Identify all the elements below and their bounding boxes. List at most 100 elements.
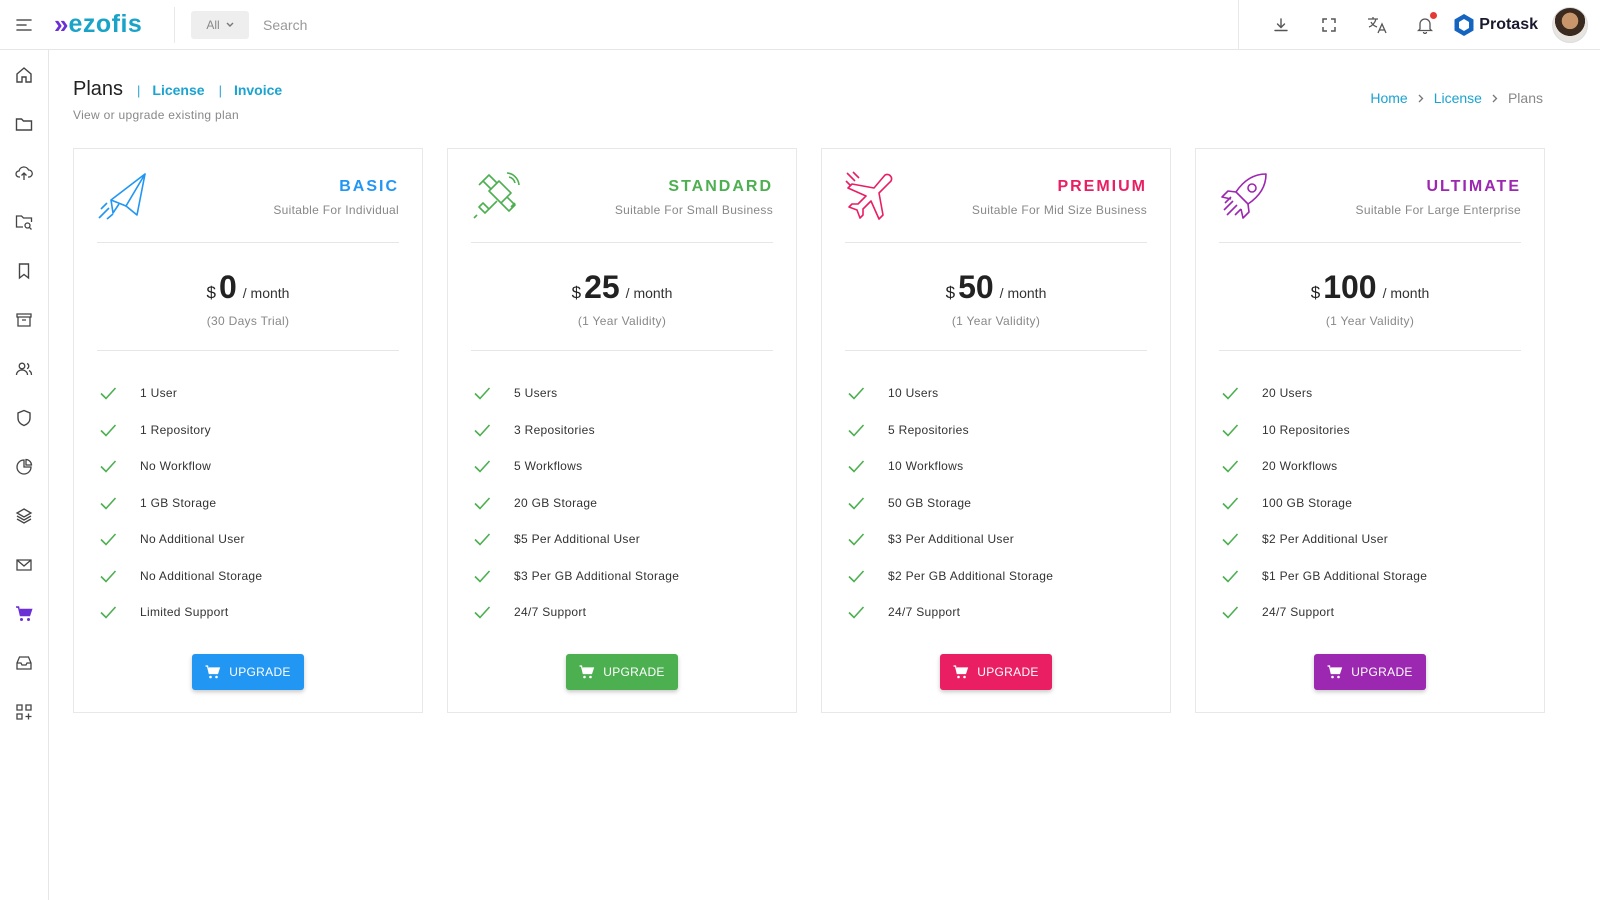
price-currency: $	[571, 283, 582, 302]
feature-text: 5 Repositories	[888, 422, 969, 437]
plan-validity: (1 Year Validity)	[577, 314, 667, 328]
brand-text: Protask	[1479, 16, 1538, 33]
check-icon	[1222, 606, 1239, 619]
feature-item: 20 GB Storage	[473, 485, 773, 522]
sidebar-item-inbox[interactable]	[0, 638, 48, 687]
check-icon	[1222, 533, 1239, 546]
sidebar-item-cart[interactable]	[0, 589, 48, 638]
folder-search-icon	[15, 214, 33, 230]
plan-description: Suitable For Individual	[273, 203, 399, 217]
check-icon	[474, 460, 491, 473]
check-icon	[100, 497, 117, 510]
cart-icon	[1327, 665, 1343, 679]
plan-header: ULTIMATE Suitable For Large Enterprise	[1219, 171, 1521, 243]
search-scope-select[interactable]: All	[191, 10, 249, 39]
check-icon	[848, 460, 865, 473]
home-icon	[16, 66, 32, 83]
check-icon	[100, 424, 117, 437]
plan-header: PREMIUM Suitable For Mid Size Business	[845, 171, 1147, 243]
sidebar-item-bookmarks[interactable]	[0, 246, 48, 295]
feature-list: 1 User 1 Repository No Workflow 1 GB Sto…	[99, 375, 399, 631]
check-icon	[1222, 424, 1239, 437]
feature-text: $5 Per Additional User	[514, 532, 641, 547]
sidebar-item-folders[interactable]	[0, 99, 48, 148]
feature-text: $3 Per GB Additional Storage	[514, 568, 680, 583]
feature-text: 1 Repository	[140, 422, 211, 437]
header-separator: |	[218, 83, 222, 98]
main-content: Plans | License | Invoice View or upgrad…	[73, 50, 1573, 900]
plan-validity: (30 Days Trial)	[206, 314, 290, 328]
mail-icon	[16, 558, 32, 571]
price-amount: 50	[958, 269, 994, 305]
plan-description: Suitable For Small Business	[614, 203, 773, 217]
bell-icon[interactable]	[1401, 0, 1449, 50]
upgrade-button-ultimate[interactable]: UPGRADE	[1314, 654, 1426, 690]
download-icon[interactable]	[1257, 0, 1305, 50]
check-icon	[474, 570, 491, 583]
feature-item: No Workflow	[99, 448, 399, 485]
pie-chart-icon	[16, 458, 33, 475]
search-input[interactable]	[263, 16, 563, 33]
sidebar-item-mail[interactable]	[0, 540, 48, 589]
breadcrumb: Home License Plans	[1370, 90, 1543, 106]
sidebar-item-browse[interactable]	[0, 197, 48, 246]
cart-icon	[205, 665, 221, 679]
protask-logo-icon	[1454, 14, 1474, 36]
check-icon	[848, 424, 865, 437]
breadcrumb-home[interactable]: Home	[1370, 90, 1407, 106]
price-amount: 25	[584, 269, 620, 305]
header-separator: |	[137, 83, 141, 98]
check-icon	[100, 387, 117, 400]
layers-icon	[15, 507, 33, 524]
upgrade-button-basic[interactable]: UPGRADE	[192, 654, 304, 690]
sidebar-item-home[interactable]	[0, 50, 48, 99]
airplane-icon	[845, 171, 893, 220]
sidebar-item-reports[interactable]	[0, 442, 48, 491]
check-icon	[474, 533, 491, 546]
upgrade-button-premium[interactable]: UPGRADE	[940, 654, 1052, 690]
price-block: $ 25 / month (1 Year Validity)	[471, 243, 773, 351]
feature-item: 3 Repositories	[473, 412, 773, 449]
sidebar-item-upload[interactable]	[0, 148, 48, 197]
sidebar	[0, 50, 49, 900]
feature-text: 5 Workflows	[514, 459, 583, 474]
plan-name: ULTIMATE	[1426, 178, 1521, 195]
sidebar-item-apps[interactable]	[0, 687, 48, 736]
price-period: / month	[242, 285, 290, 301]
tab-license[interactable]: License	[152, 82, 204, 98]
sidebar-item-archive[interactable]	[0, 295, 48, 344]
plan-validity: (1 Year Validity)	[951, 314, 1041, 328]
upgrade-button-standard[interactable]: UPGRADE	[566, 654, 678, 690]
upload-icon	[15, 165, 33, 180]
chevron-down-icon	[226, 22, 234, 27]
menu-icon[interactable]	[0, 0, 48, 50]
sidebar-item-layers[interactable]	[0, 491, 48, 540]
tab-invoice[interactable]: Invoice	[234, 82, 282, 98]
page-header: Plans | License | Invoice	[73, 78, 282, 101]
price-block: $ 100 / month (1 Year Validity)	[1219, 243, 1521, 351]
breadcrumb-license[interactable]: License	[1434, 90, 1482, 106]
shield-icon	[17, 409, 31, 426]
fullscreen-icon[interactable]	[1305, 0, 1353, 50]
plan-card-ultimate: ULTIMATE Suitable For Large Enterprise $…	[1195, 148, 1545, 713]
upgrade-label: UPGRADE	[603, 665, 665, 679]
plan-cards: BASIC Suitable For Individual $ 0 / mont…	[73, 148, 1545, 713]
feature-item: 20 Workflows	[1221, 448, 1521, 485]
feature-item: 24/7 Support	[473, 594, 773, 631]
divider	[1238, 0, 1240, 50]
feature-text: 24/7 Support	[1262, 605, 1335, 620]
feature-item: $3 Per Additional User	[847, 521, 1147, 558]
feature-item: 5 Users	[473, 375, 773, 412]
avatar[interactable]	[1552, 7, 1588, 43]
logo[interactable]: » ezofis	[54, 9, 174, 40]
translate-icon[interactable]	[1353, 0, 1401, 50]
feature-text: $3 Per Additional User	[888, 532, 1015, 547]
sidebar-item-security[interactable]	[0, 393, 48, 442]
feature-item: $5 Per Additional User	[473, 521, 773, 558]
feature-item: $3 Per GB Additional Storage	[473, 558, 773, 595]
feature-item: $1 Per GB Additional Storage	[1221, 558, 1521, 595]
check-icon	[100, 533, 117, 546]
sidebar-item-users[interactable]	[0, 344, 48, 393]
plan-validity: (1 Year Validity)	[1325, 314, 1415, 328]
protask-brand[interactable]: Protask	[1453, 13, 1538, 37]
